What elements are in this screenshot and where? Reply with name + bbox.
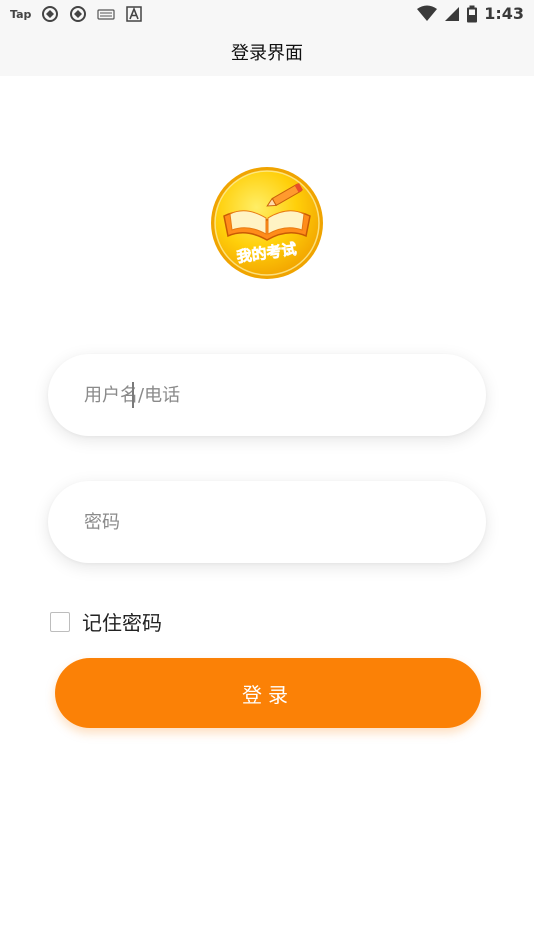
remember-label: 记住密码: [82, 611, 162, 635]
wifi-icon: [417, 5, 438, 21]
password-input[interactable]: [84, 481, 454, 563]
battery-icon: [467, 5, 478, 22]
remember-password[interactable]: 记住密码: [50, 607, 162, 636]
carrier-label: Tap: [10, 7, 32, 21]
keyboard-icon: [97, 9, 115, 20]
remember-checkbox[interactable]: [50, 611, 70, 632]
a-icon: [126, 6, 143, 22]
page-title: 登录界面: [231, 43, 303, 64]
signal-icon: [445, 6, 460, 21]
status-bar: Tap 1:43: [0, 0, 534, 28]
sync-icon: [70, 6, 87, 22]
clock: 1:43: [484, 4, 524, 23]
book-logo-icon: 我的考试: [211, 167, 323, 279]
app-logo: 我的考试: [210, 166, 324, 280]
text-cursor: [132, 382, 134, 408]
app-bar: 登录界面: [0, 28, 534, 76]
password-field[interactable]: [48, 481, 486, 563]
status-left: Tap: [10, 5, 143, 23]
login-button[interactable]: 登录: [55, 658, 481, 728]
status-right: 1:43: [416, 4, 524, 23]
sync-icon: [42, 6, 59, 22]
username-input[interactable]: [84, 354, 454, 436]
username-field[interactable]: [48, 354, 486, 436]
